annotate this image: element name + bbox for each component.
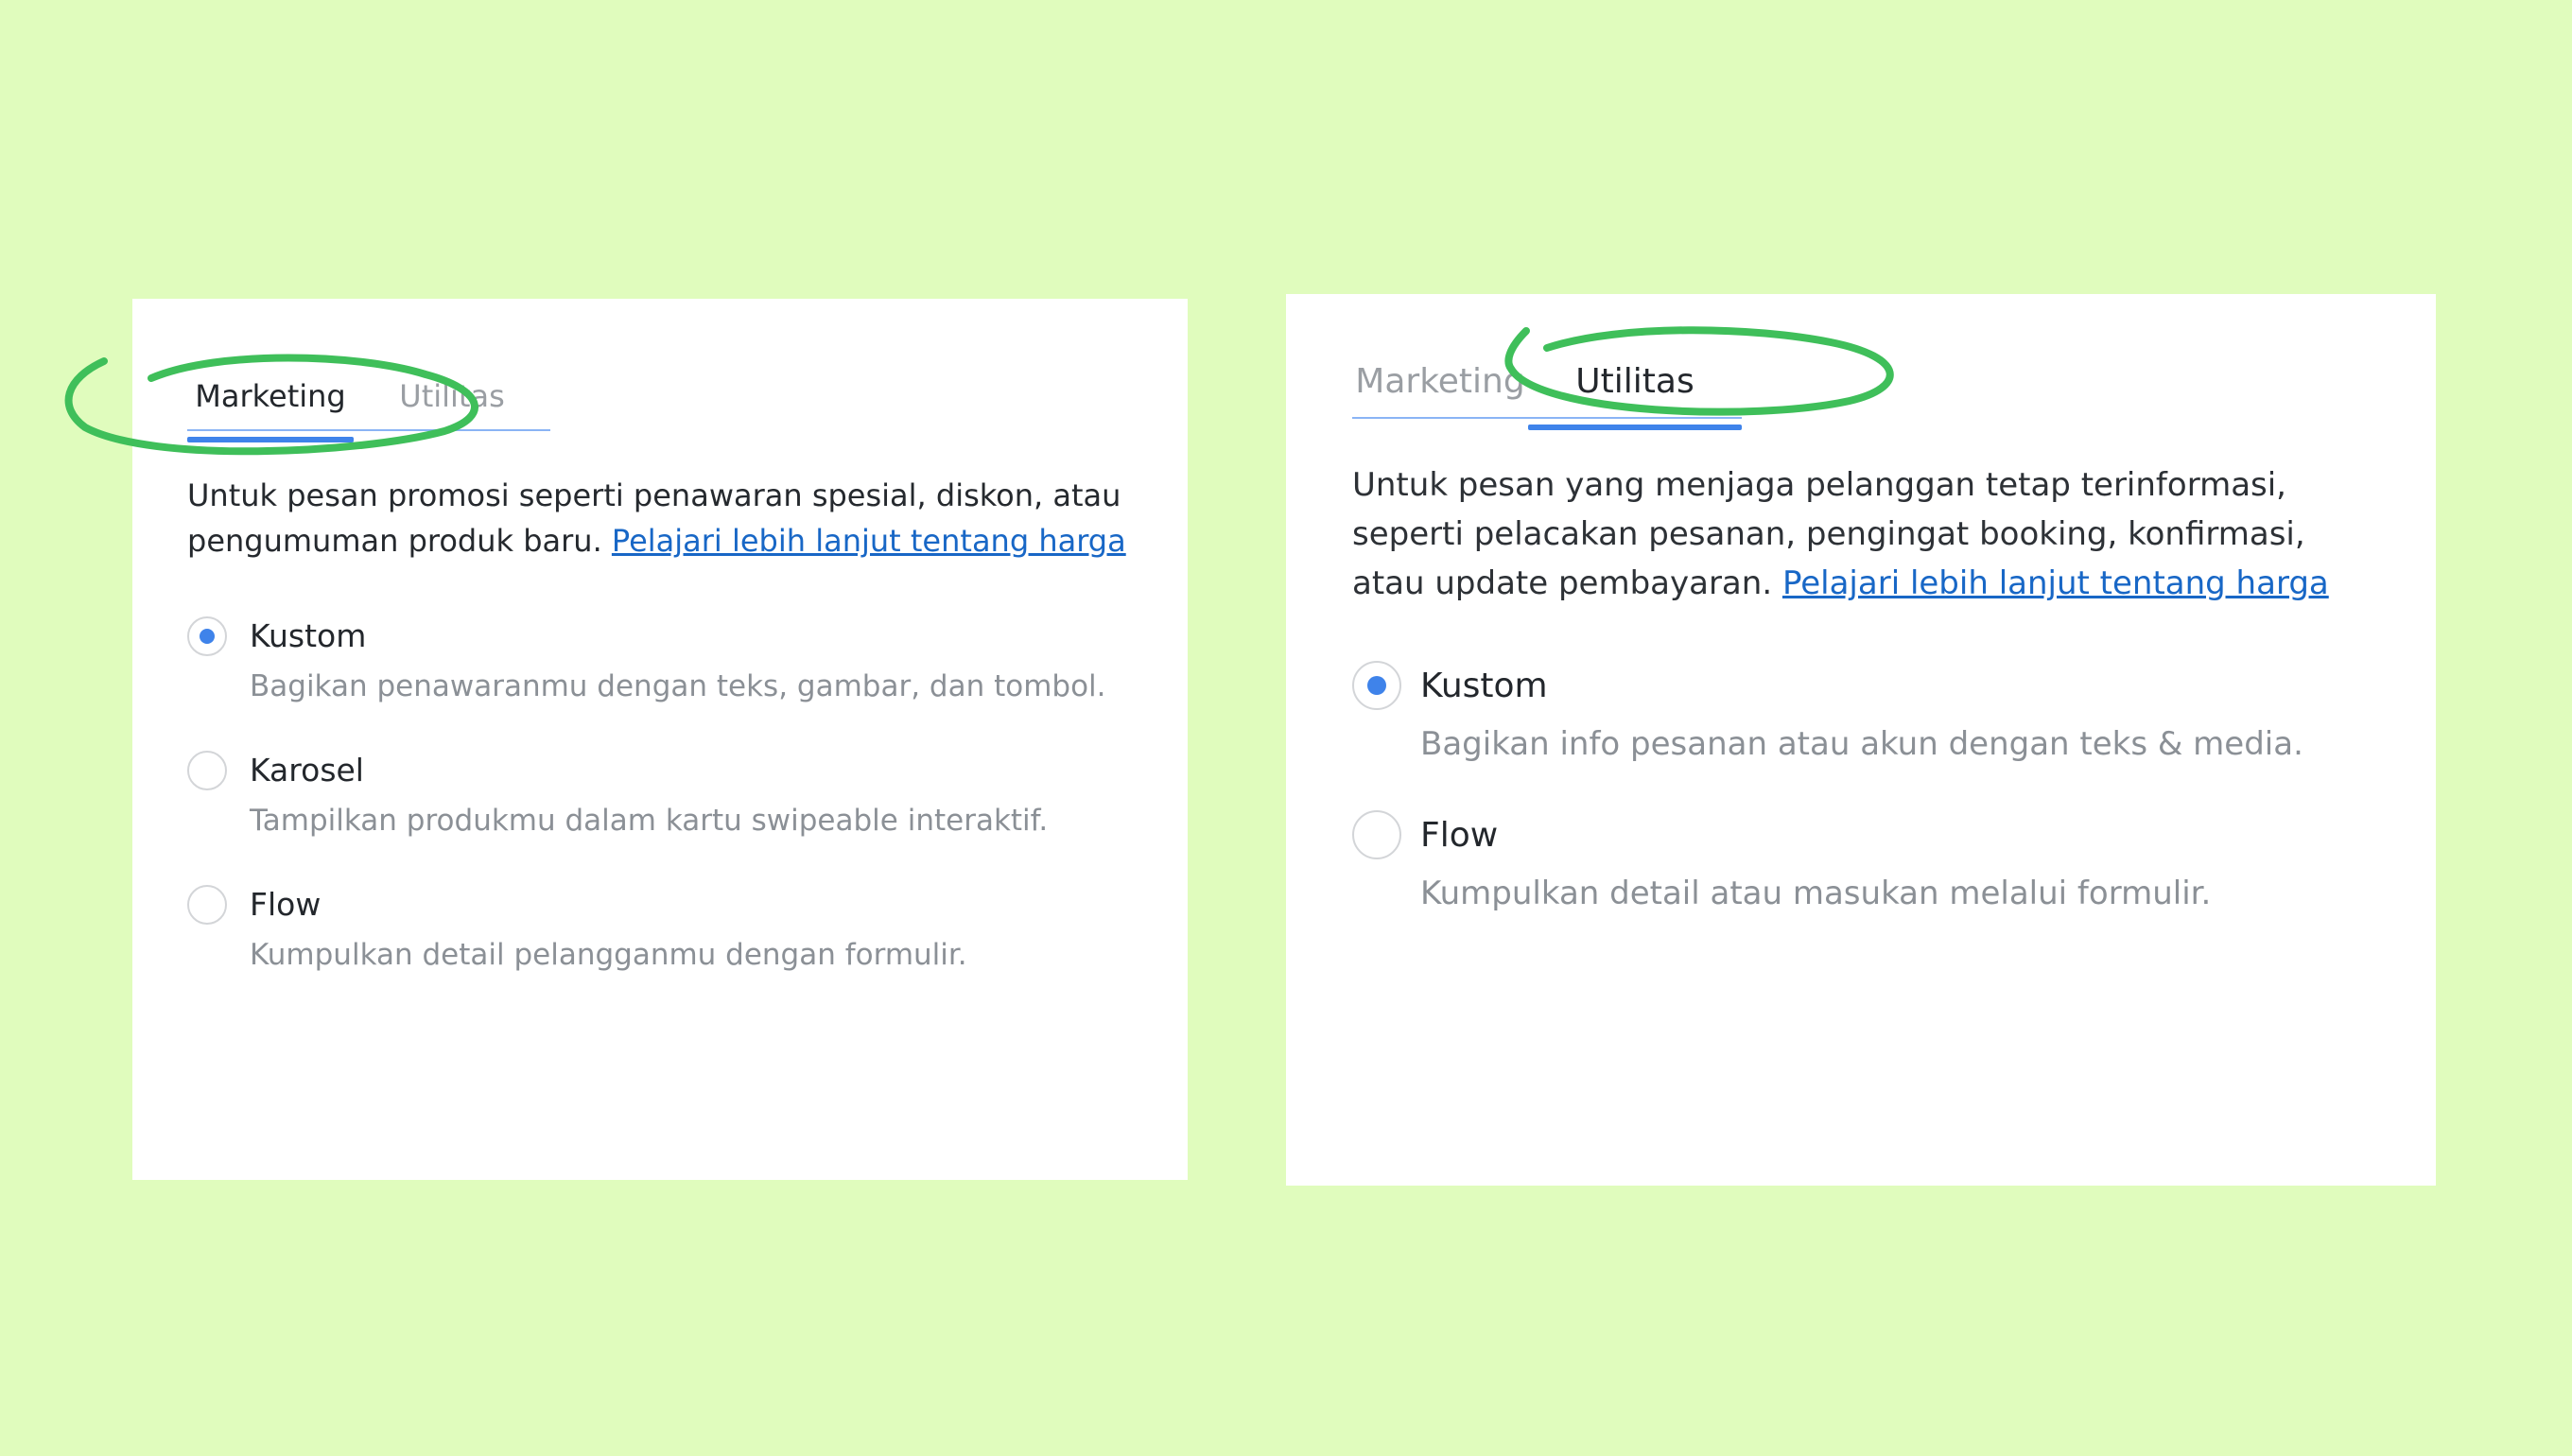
option-title: Flow [250,886,322,923]
option-subtitle: Kumpulkan detail pelangganmu dengan form… [250,938,967,972]
category-description: Untuk pesan promosi seperti penawaran sp… [187,473,1133,563]
pricing-link[interactable]: Pelajari lebih lanjut tentang harga [612,523,1126,559]
tab-marketing[interactable]: Marketing [1352,356,1528,419]
option-title: Kustom [250,617,367,654]
option-flow[interactable]: Flow Kumpulkan detail atau masukan melal… [1352,810,2370,918]
option-subtitle: Tampilkan produkmu dalam kartu swipeable… [250,804,1049,838]
tab-utilitas[interactable]: Utilitas [354,373,550,431]
option-kustom[interactable]: Kustom Bagikan info pesanan atau akun de… [1352,661,2370,769]
marketing-panel: Marketing Utilitas Untuk pesan promosi s… [132,299,1188,1180]
tab-bar: Marketing Utilitas [187,373,550,442]
option-title: Kustom [1420,667,1548,705]
option-subtitle: Bagikan penawaranmu dengan teks, gambar,… [250,669,1106,703]
radio-karosel[interactable] [187,751,227,790]
pricing-link[interactable]: Pelajari lebih lanjut tentang harga [1782,564,2329,602]
radio-flow[interactable] [187,885,227,925]
option-flow[interactable]: Flow Kumpulkan detail pelangganmu dengan… [187,881,1133,978]
tab-marketing[interactable]: Marketing [187,373,354,442]
option-kustom[interactable]: Kustom Bagikan penawaranmu dengan teks, … [187,613,1133,709]
template-options: Kustom Bagikan info pesanan atau akun de… [1352,661,2370,918]
option-subtitle: Bagikan info pesanan atau akun dengan te… [1420,725,2303,763]
tab-utilitas[interactable]: Utilitas [1528,356,1742,430]
radio-kustom[interactable] [1352,661,1401,710]
tab-bar: Marketing Utilitas [1352,356,1742,430]
category-description: Untuk pesan yang menjaga pelanggan tetap… [1352,460,2370,608]
template-options: Kustom Bagikan penawaranmu dengan teks, … [187,613,1133,978]
utility-panel: Marketing Utilitas Untuk pesan yang menj… [1286,294,2436,1186]
radio-kustom[interactable] [187,616,227,656]
option-subtitle: Kumpulkan detail atau masukan melalui fo… [1420,875,2212,912]
radio-flow[interactable] [1352,810,1401,859]
option-title: Karosel [250,752,364,789]
option-title: Flow [1420,816,1499,855]
option-karosel[interactable]: Karosel Tampilkan produkmu dalam kartu s… [187,747,1133,843]
